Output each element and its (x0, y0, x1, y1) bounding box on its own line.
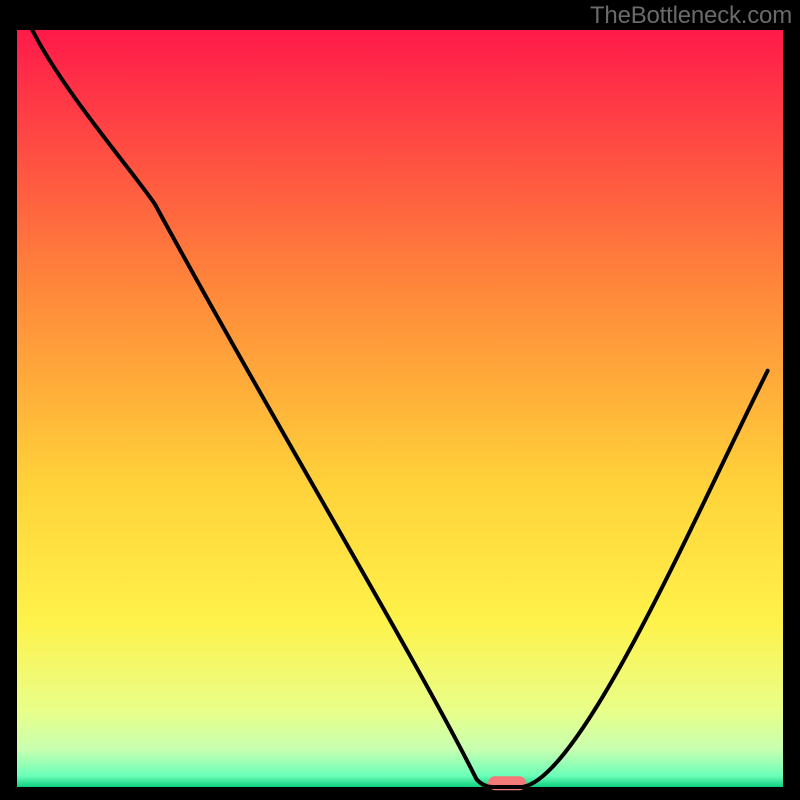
chart-container: TheBottleneck.com (0, 0, 800, 800)
watermark-text: TheBottleneck.com (590, 2, 792, 30)
plot-background-gradient (17, 30, 783, 787)
plot-area (17, 30, 783, 790)
bottleneck-chart (0, 0, 800, 800)
